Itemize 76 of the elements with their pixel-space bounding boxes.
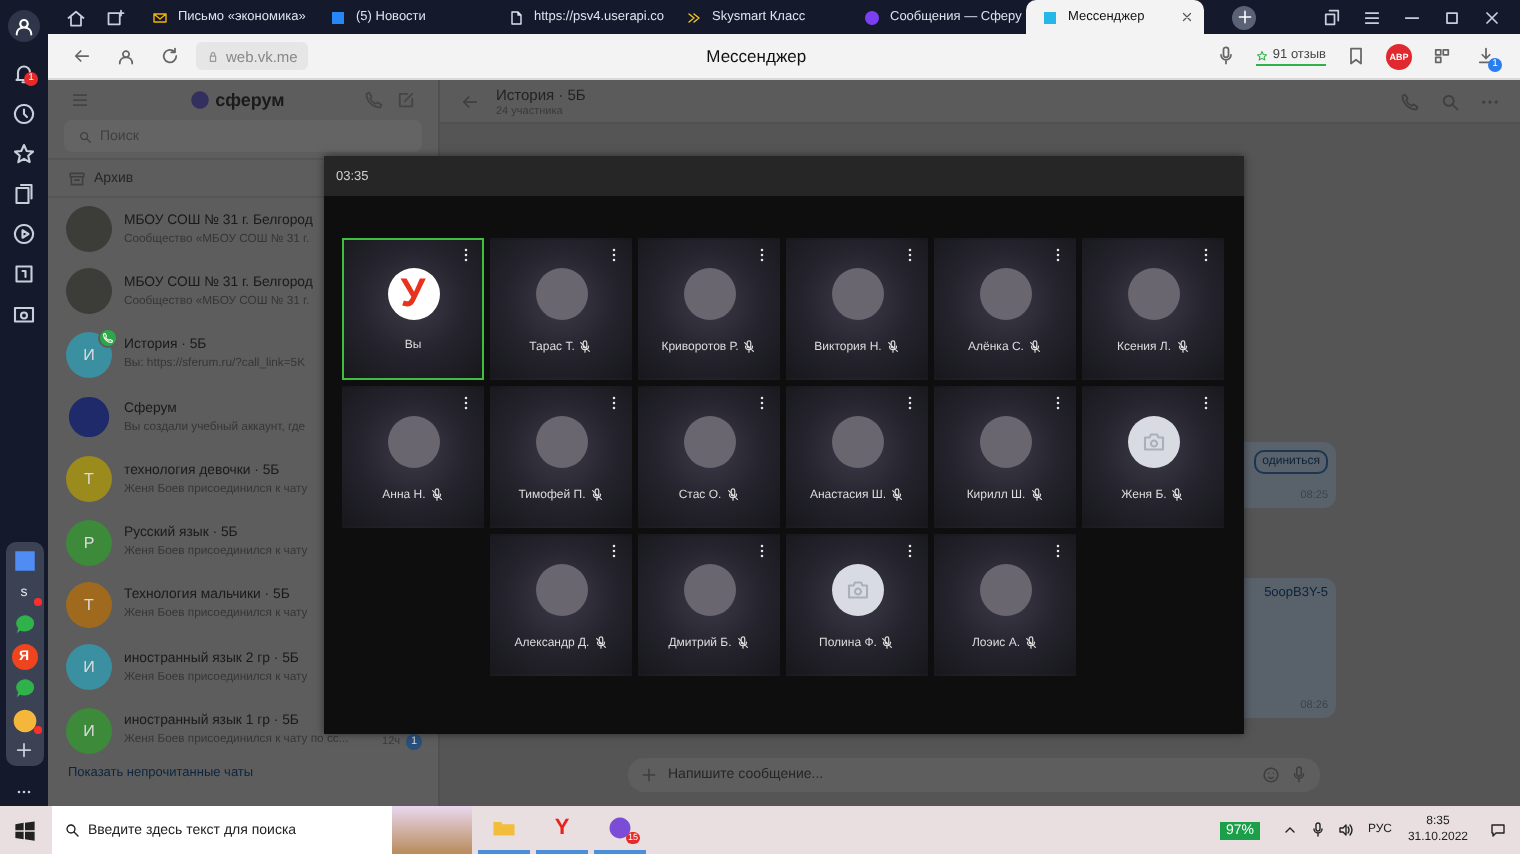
avatar: И — [66, 644, 112, 691]
photo-placeholder — [535, 268, 587, 320]
photo-placeholder — [683, 268, 735, 320]
photo-placeholder — [979, 564, 1031, 616]
maximize-icon[interactable] — [1442, 7, 1462, 27]
chat-bubble-icon[interactable] — [11, 676, 37, 702]
new-tab-icon[interactable] — [106, 7, 126, 27]
favicon-icon — [330, 9, 346, 25]
back-icon[interactable] — [72, 46, 92, 66]
photo-placeholder — [979, 268, 1031, 320]
notifications-icon[interactable] — [1490, 822, 1506, 838]
logo-icon — [189, 89, 210, 109]
page-title: Мессенджер — [704, 46, 809, 66]
archive-icon — [68, 169, 86, 187]
speaker-icon[interactable] — [1337, 822, 1354, 838]
play-icon[interactable] — [12, 222, 36, 246]
favicon-icon — [152, 9, 168, 25]
favicon-icon — [686, 9, 702, 25]
download-icon[interactable] — [1476, 46, 1496, 66]
profile-icon[interactable] — [8, 10, 40, 42]
avatar: Т — [66, 581, 112, 628]
plus-icon — [1235, 8, 1253, 26]
bookmark-icon[interactable] — [1346, 46, 1366, 66]
photo-placeholder — [1127, 268, 1179, 320]
photo-placeholder — [535, 564, 587, 616]
favicon-icon — [1042, 9, 1058, 25]
photo-placeholder — [387, 416, 439, 468]
chat-bubble-icon[interactable] — [11, 612, 37, 638]
app-icon[interactable] — [11, 708, 37, 734]
search-icon — [64, 822, 80, 838]
add-icon[interactable] — [14, 740, 34, 760]
star-icon[interactable] — [12, 142, 36, 166]
history-icon[interactable] — [12, 102, 36, 126]
unread-dot — [33, 598, 41, 606]
lock-icon — [206, 49, 220, 63]
photo-placeholder — [831, 268, 883, 320]
photo-placeholder — [979, 416, 1031, 468]
home-icon[interactable] — [66, 7, 86, 27]
photo-placeholder — [831, 416, 883, 468]
avatar: У — [387, 268, 439, 320]
photo-placeholder — [683, 416, 735, 468]
avatar: Т — [66, 456, 112, 503]
photo-placeholder — [66, 268, 112, 315]
microphone-icon[interactable] — [1309, 822, 1326, 838]
screenshot-icon[interactable] — [12, 302, 36, 326]
photo-placeholder — [66, 206, 112, 253]
photo-placeholder — [683, 564, 735, 616]
picture-placeholder — [392, 806, 472, 854]
camera-icon — [1141, 430, 1165, 454]
taskbar-app[interactable]: Y — [536, 806, 588, 854]
folder-icon — [492, 816, 516, 840]
logo-text: сферум — [215, 89, 285, 109]
search-icon — [78, 129, 92, 143]
windows-start-icon[interactable] — [14, 819, 36, 841]
close-icon[interactable] — [1482, 7, 1502, 27]
close-icon[interactable] — [1180, 10, 1194, 24]
app-icon[interactable] — [11, 548, 37, 574]
collections-icon[interactable] — [12, 182, 36, 206]
chevron-icon[interactable] — [1281, 822, 1298, 838]
avatar: И — [66, 331, 112, 378]
microphone-icon[interactable] — [1216, 46, 1237, 66]
favicon-icon — [864, 9, 880, 25]
call-badge-icon — [102, 331, 114, 344]
reload-icon[interactable] — [160, 46, 180, 66]
new-tab-button[interactable] — [1232, 5, 1256, 29]
avatar: Р — [66, 519, 112, 566]
unread-dot — [33, 726, 41, 734]
favicon-icon — [508, 9, 524, 25]
tabs-icon[interactable] — [1322, 7, 1342, 27]
extensions-icon[interactable] — [1432, 46, 1452, 66]
avatar: И — [66, 707, 112, 754]
star-icon — [1256, 49, 1269, 61]
menu-icon[interactable] — [1362, 7, 1382, 27]
photo-placeholder — [535, 416, 587, 468]
camera-icon — [845, 578, 869, 602]
logo-avatar-icon — [66, 394, 112, 441]
